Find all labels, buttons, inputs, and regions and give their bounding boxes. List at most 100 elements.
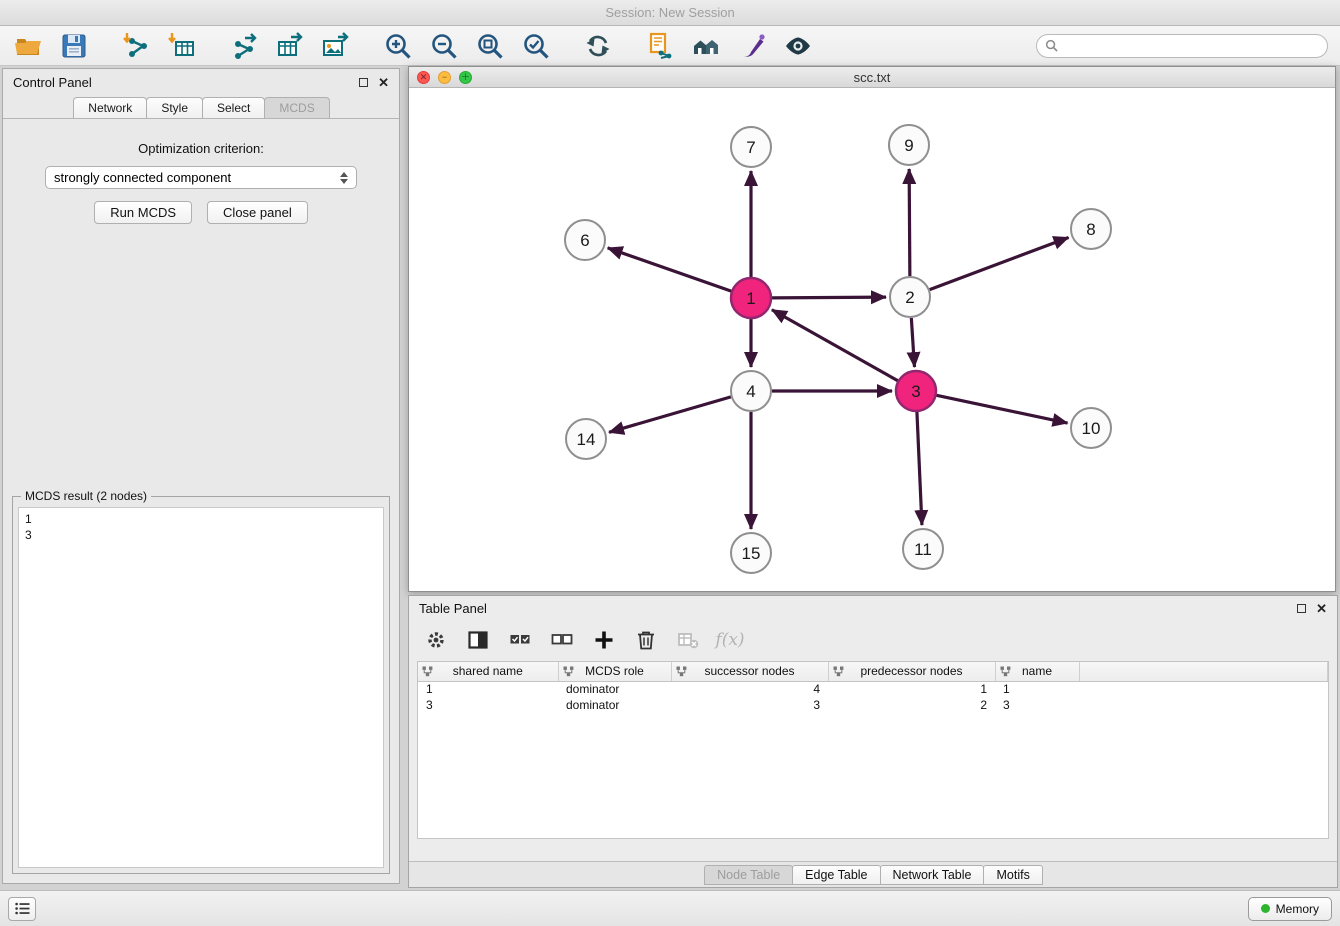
deselect-all-icon bbox=[551, 629, 573, 651]
graph-node[interactable]: 7 bbox=[731, 127, 771, 167]
close-window-icon[interactable]: ✕ bbox=[417, 71, 430, 84]
graph-node[interactable]: 9 bbox=[889, 125, 929, 165]
add-column-button[interactable] bbox=[591, 627, 617, 653]
graph-node[interactable]: 11 bbox=[903, 529, 943, 569]
table-cell[interactable]: dominator bbox=[558, 697, 671, 713]
table-row[interactable]: 1 dominator 4 1 1 bbox=[418, 681, 1328, 697]
mcds-result-group: MCDS result (2 nodes) 1 3 bbox=[12, 496, 390, 874]
optimization-criterion-select[interactable]: strongly connected component bbox=[45, 166, 357, 189]
table-cell[interactable]: 3 bbox=[671, 697, 828, 713]
graph-node[interactable]: 4 bbox=[731, 371, 771, 411]
attribute-icon bbox=[563, 666, 574, 677]
network-window-title: scc.txt bbox=[854, 70, 891, 85]
function-builder-button[interactable]: f(x) bbox=[717, 627, 743, 653]
graph-node[interactable]: 6 bbox=[565, 220, 605, 260]
save-session-button[interactable] bbox=[58, 30, 90, 62]
tab-style[interactable]: Style bbox=[146, 97, 203, 118]
graph-edge[interactable] bbox=[937, 395, 1068, 423]
control-panel-close-icon[interactable]: ✕ bbox=[378, 76, 389, 89]
table-cell[interactable]: 1 bbox=[828, 681, 995, 697]
graph-node[interactable]: 15 bbox=[731, 533, 771, 573]
open-session-button[interactable] bbox=[12, 30, 44, 62]
refresh-button[interactable] bbox=[582, 30, 614, 62]
tab-motifs[interactable]: Motifs bbox=[983, 865, 1042, 885]
column-header-shared-name[interactable]: shared name bbox=[418, 662, 558, 681]
zoom-selected-button[interactable] bbox=[520, 30, 552, 62]
graph-edge[interactable] bbox=[772, 297, 886, 298]
apply-style-button[interactable] bbox=[736, 30, 768, 62]
network-window-titlebar[interactable]: ✕ − ＋ scc.txt bbox=[409, 67, 1335, 88]
maximize-window-icon[interactable]: ＋ bbox=[459, 71, 472, 84]
delete-table-button[interactable] bbox=[675, 627, 701, 653]
select-all-button[interactable] bbox=[507, 627, 533, 653]
network-graph[interactable]: 7 9 6 8 1 2 4 3 14 10 15 11 bbox=[409, 88, 1335, 591]
columns-icon bbox=[467, 629, 489, 651]
table-row[interactable]: 3 dominator 3 2 3 bbox=[418, 697, 1328, 713]
tab-mcds[interactable]: MCDS bbox=[264, 97, 329, 118]
graph-node[interactable]: 1 bbox=[731, 278, 771, 318]
column-header-mcds-role[interactable]: MCDS role bbox=[558, 662, 671, 681]
column-header-empty bbox=[1079, 662, 1328, 681]
import-network-button[interactable] bbox=[120, 30, 152, 62]
column-header-successor-nodes[interactable]: successor nodes bbox=[671, 662, 828, 681]
table-cell[interactable]: 3 bbox=[418, 697, 558, 713]
graph-node[interactable]: 8 bbox=[1071, 209, 1111, 249]
tab-node-table[interactable]: Node Table bbox=[704, 865, 793, 885]
zoom-fit-button[interactable] bbox=[474, 30, 506, 62]
table-cell[interactable]: 3 bbox=[995, 697, 1079, 713]
show-columns-button[interactable] bbox=[465, 627, 491, 653]
table-cell[interactable]: 1 bbox=[995, 681, 1079, 697]
graph-edge[interactable] bbox=[917, 412, 922, 525]
search-input[interactable] bbox=[1058, 39, 1319, 53]
close-panel-button[interactable]: Close panel bbox=[207, 201, 308, 224]
graph-node[interactable]: 2 bbox=[890, 277, 930, 317]
graph-node[interactable]: 14 bbox=[566, 419, 606, 459]
control-panel-header: Control Panel ✕ bbox=[3, 69, 399, 95]
mcds-result-list[interactable]: 1 3 bbox=[18, 507, 384, 868]
mcds-panel-body: Optimization criterion: strongly connect… bbox=[3, 118, 399, 883]
graph-edge[interactable] bbox=[609, 397, 731, 432]
import-table-button[interactable] bbox=[166, 30, 198, 62]
tab-select[interactable]: Select bbox=[202, 97, 265, 118]
table-cell[interactable]: 2 bbox=[828, 697, 995, 713]
graph-edge[interactable] bbox=[772, 310, 898, 381]
clone-network-button[interactable] bbox=[644, 30, 676, 62]
deselect-all-button[interactable] bbox=[549, 627, 575, 653]
graph-node[interactable]: 3 bbox=[896, 371, 936, 411]
zoom-out-icon bbox=[430, 32, 458, 60]
graph-edge[interactable] bbox=[909, 169, 910, 276]
zoom-in-button[interactable] bbox=[382, 30, 414, 62]
tab-network-table[interactable]: Network Table bbox=[880, 865, 985, 885]
zoom-out-button[interactable] bbox=[428, 30, 460, 62]
first-neighbors-button[interactable] bbox=[690, 30, 722, 62]
graph-edge[interactable] bbox=[930, 237, 1069, 289]
run-mcds-button[interactable]: Run MCDS bbox=[94, 201, 192, 224]
graph-edge[interactable] bbox=[911, 318, 914, 367]
table-panel-float-icon[interactable] bbox=[1297, 604, 1306, 613]
memory-button[interactable]: Memory bbox=[1248, 897, 1332, 921]
export-table-button[interactable] bbox=[274, 30, 306, 62]
task-history-button[interactable] bbox=[8, 897, 36, 921]
table-settings-button[interactable] bbox=[423, 627, 449, 653]
tab-network[interactable]: Network bbox=[73, 97, 147, 118]
column-header-predecessor-nodes[interactable]: predecessor nodes bbox=[828, 662, 995, 681]
search-field[interactable] bbox=[1036, 34, 1328, 58]
export-network-button[interactable] bbox=[228, 30, 260, 62]
graph-edge[interactable] bbox=[608, 248, 732, 291]
delete-column-button[interactable] bbox=[633, 627, 659, 653]
trash-icon bbox=[635, 629, 657, 651]
show-graphics-button[interactable] bbox=[782, 30, 814, 62]
memory-status-icon bbox=[1261, 904, 1270, 913]
node-table[interactable]: shared name MCDS role successor nodes pr… bbox=[417, 661, 1329, 839]
table-cell[interactable]: 4 bbox=[671, 681, 828, 697]
control-panel-float-icon[interactable] bbox=[359, 78, 368, 87]
table-cell[interactable]: dominator bbox=[558, 681, 671, 697]
table-panel-close-icon[interactable]: ✕ bbox=[1316, 602, 1327, 615]
column-header-name[interactable]: name bbox=[995, 662, 1079, 681]
network-canvas[interactable]: 7 9 6 8 1 2 4 3 14 10 15 11 bbox=[409, 88, 1335, 591]
tab-edge-table[interactable]: Edge Table bbox=[792, 865, 880, 885]
table-cell[interactable]: 1 bbox=[418, 681, 558, 697]
minimize-window-icon[interactable]: − bbox=[438, 71, 451, 84]
graph-node[interactable]: 10 bbox=[1071, 408, 1111, 448]
export-image-button[interactable] bbox=[320, 30, 352, 62]
